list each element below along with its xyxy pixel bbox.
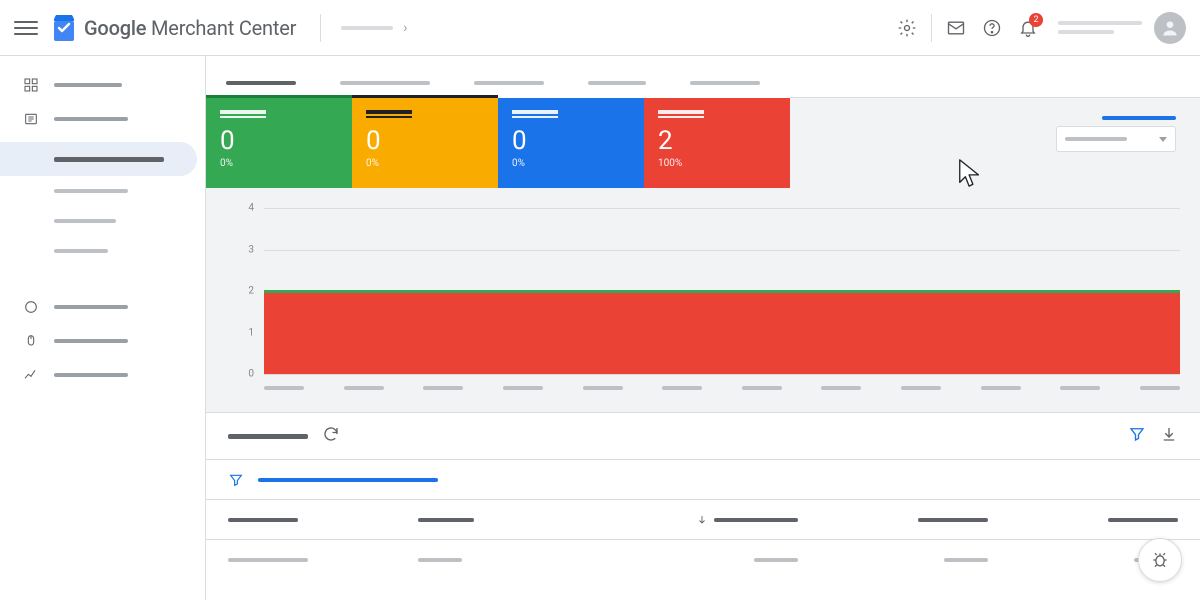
x-tick <box>981 386 1021 390</box>
x-tick <box>423 386 463 390</box>
chart-line-active <box>264 290 1180 293</box>
col-country[interactable] <box>418 518 608 522</box>
issues-title <box>228 434 308 439</box>
stat-card-expiring[interactable]: 0 0% <box>498 98 644 188</box>
app-title: Google Merchant Center <box>84 16 296 40</box>
add-filter-row[interactable] <box>206 460 1200 500</box>
main-content: 0 0% 0 0% 0 0% 2 100% <box>206 56 1200 600</box>
y-tick: 1 <box>248 327 254 338</box>
divider <box>320 14 321 42</box>
merchant-center-logo-icon <box>52 13 76 43</box>
list-icon <box>22 110 40 128</box>
tab-bar <box>206 56 1200 98</box>
x-tick <box>344 386 384 390</box>
sidebar-item-products[interactable] <box>0 142 197 176</box>
trend-icon <box>22 366 40 384</box>
y-tick: 2 <box>248 286 254 297</box>
x-tick <box>264 386 304 390</box>
stat-card-disapproved[interactable]: 2 100% <box>644 98 790 188</box>
diagnostics-panel: 0 0% 0 0% 0 0% 2 100% <box>206 98 1200 412</box>
notifications-icon[interactable]: 2 <box>1010 10 1046 46</box>
sidebar-subitem-2[interactable] <box>0 206 205 236</box>
sidebar-subitem-1[interactable] <box>0 176 205 206</box>
issues-table-header <box>206 500 1200 540</box>
sidebar-subitem-3[interactable] <box>0 236 205 266</box>
sidebar-item-marketing[interactable] <box>0 324 197 358</box>
y-tick: 0 <box>248 369 254 380</box>
x-tick <box>503 386 543 390</box>
x-tick <box>583 386 623 390</box>
issues-toolbar <box>206 412 1200 460</box>
status-history-chart: 0 1 2 3 4 <box>226 204 1180 394</box>
x-tick <box>1060 386 1100 390</box>
chart-area-disapproved <box>264 291 1180 374</box>
sidebar-item-performance[interactable] <box>0 358 197 392</box>
menu-icon[interactable] <box>14 16 38 40</box>
app-logo[interactable]: Google Merchant Center <box>52 13 296 43</box>
x-tick <box>662 386 702 390</box>
sort-down-icon <box>696 514 708 526</box>
stat-card-active[interactable]: 0 0% <box>206 98 352 188</box>
caret-down-icon <box>1159 137 1167 142</box>
y-tick: 3 <box>248 244 254 255</box>
col-percent[interactable] <box>798 518 988 522</box>
app-header: Google Merchant Center › 2 <box>0 0 1200 56</box>
table-row[interactable] <box>206 540 1200 580</box>
download-icon[interactable] <box>1160 425 1178 447</box>
avatar[interactable] <box>1154 12 1186 44</box>
filter-outline-icon <box>228 472 244 488</box>
destination-dropdown[interactable] <box>1056 126 1176 152</box>
sidebar-item-2[interactable] <box>0 102 197 136</box>
x-tick <box>742 386 782 390</box>
breadcrumb[interactable]: › <box>341 20 407 36</box>
notification-badge: 2 <box>1029 13 1043 27</box>
refresh-icon[interactable] <box>322 425 340 447</box>
x-tick <box>821 386 861 390</box>
settings-icon[interactable] <box>889 10 925 46</box>
mouse-icon <box>22 332 40 350</box>
feedback-fab[interactable] <box>1138 538 1182 582</box>
x-tick <box>1140 386 1180 390</box>
mail-icon[interactable] <box>938 10 974 46</box>
sidebar-item-overview[interactable] <box>0 68 197 102</box>
x-tick <box>901 386 941 390</box>
y-tick: 4 <box>248 203 254 214</box>
chart-link[interactable] <box>1102 116 1176 120</box>
cards-right-region <box>790 98 1200 188</box>
circle-icon <box>22 298 40 316</box>
blank-icon <box>22 150 40 168</box>
sidebar <box>0 56 206 600</box>
account-switcher[interactable] <box>1058 21 1142 34</box>
dashboard-icon <box>22 76 40 94</box>
status-cards-row: 0 0% 0 0% 0 0% 2 100% <box>206 98 1200 188</box>
add-filter-label <box>258 478 438 482</box>
col-affected[interactable] <box>608 514 798 526</box>
col-trend[interactable] <box>988 518 1178 522</box>
sidebar-item-growth[interactable] <box>0 290 197 324</box>
filter-icon[interactable] <box>1128 425 1146 447</box>
stat-card-pending[interactable]: 0 0% <box>352 98 498 188</box>
help-icon[interactable] <box>974 10 1010 46</box>
col-issue[interactable] <box>228 518 418 522</box>
chevron-right-icon: › <box>403 20 407 36</box>
divider <box>931 14 932 42</box>
